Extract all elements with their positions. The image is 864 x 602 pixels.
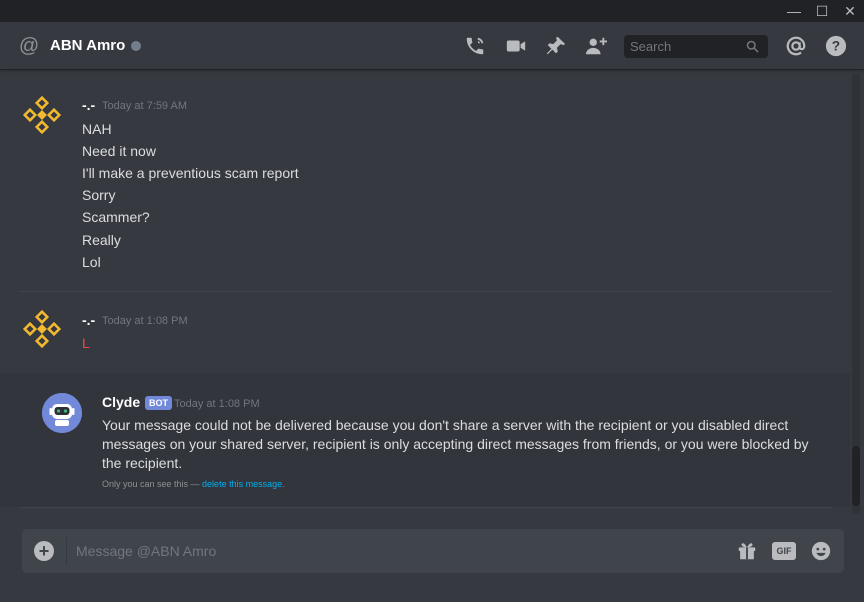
message-text: Really [82, 232, 121, 248]
video-call-icon[interactable] [505, 35, 527, 57]
message-input[interactable] [76, 529, 716, 573]
search-box[interactable] [624, 35, 768, 58]
binance-logo-icon[interactable] [22, 309, 62, 349]
help-icon[interactable]: ? [825, 35, 847, 57]
message-text: Scammer? [82, 209, 150, 225]
composer-divider [66, 537, 67, 565]
ephemeral-notice-text: Only you can see this — [102, 479, 203, 489]
search-icon [745, 39, 760, 54]
mentions-icon[interactable] [785, 35, 807, 57]
pin-icon[interactable] [545, 35, 567, 57]
channel-header: @ ABN Amro ? [0, 22, 864, 70]
add-friend-icon[interactable] [585, 35, 607, 57]
scrollbar-thumb[interactable] [852, 446, 860, 506]
message-author[interactable]: -.- [82, 312, 95, 328]
message-divider [20, 291, 832, 292]
message-author[interactable]: -.- [82, 97, 95, 113]
message-timestamp: Today at 1:08 PM [174, 398, 260, 410]
close-button[interactable]: ✕ [836, 0, 864, 22]
ephemeral-notice: Only you can see this — delete this mess… [102, 479, 285, 489]
add-upload-icon[interactable]: + [34, 541, 54, 561]
message-text: I'll make a preventious scam report [82, 165, 299, 181]
clyde-message-text: Your message could not be delivered beca… [102, 417, 809, 471]
maximize-button[interactable]: ☐ [808, 0, 836, 22]
svg-text:?: ? [832, 39, 840, 54]
channel-name[interactable]: ABN Amro [50, 36, 125, 56]
binance-logo-icon[interactable] [22, 95, 62, 135]
message-text: Need it now [82, 143, 156, 159]
message-timestamp: Today at 1:08 PM [102, 315, 188, 327]
status-indicator [131, 41, 141, 51]
message-text: Sorry [82, 187, 116, 203]
clyde-robot-icon[interactable] [42, 393, 82, 433]
gif-icon[interactable]: GIF [772, 542, 796, 560]
message-divider [20, 507, 832, 508]
delete-message-link[interactable]: delete this message. [202, 479, 285, 489]
bot-badge: BOT [145, 396, 172, 410]
emoji-icon[interactable] [810, 540, 832, 562]
message-list: -.- Today at 7:59 AM NAH Need it now I'l… [0, 71, 850, 514]
at-icon: @ [18, 35, 40, 57]
window-titlebar: — ☐ ✕ [0, 0, 864, 22]
message-composer: + GIF [22, 529, 844, 573]
minimize-button[interactable]: — [780, 0, 808, 22]
message-text: L [82, 335, 90, 351]
message-timestamp: Today at 7:59 AM [102, 100, 187, 112]
clyde-message: Clyde BOT Today at 1:08 PM Your message … [0, 373, 850, 507]
clyde-author[interactable]: Clyde [102, 394, 140, 410]
message-text: NAH [82, 121, 112, 137]
gift-icon[interactable] [736, 540, 758, 562]
message-text: Lol [82, 254, 101, 270]
phone-call-icon[interactable] [464, 35, 486, 57]
